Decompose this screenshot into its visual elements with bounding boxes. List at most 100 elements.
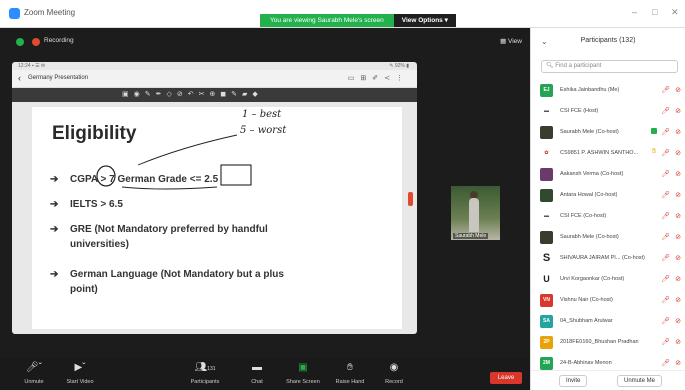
connection-status-icon[interactable] — [16, 38, 24, 46]
participants-header: ⌄ Participants (132) — [531, 28, 685, 56]
document-title: Germany Presentation — [28, 75, 89, 81]
mic-muted-icon: 🎤︎ — [661, 234, 670, 241]
participant-row[interactable]: Aakansh Verma (Co-host) 🎤︎ ⊘ — [531, 164, 685, 185]
avatar: ✿ — [540, 147, 553, 160]
raise-hand-icon: ✋︎ — [347, 362, 353, 373]
participant-row[interactable]: VN Vishnu Nair (Co-host) 🎤︎ ⊘ — [531, 290, 685, 311]
record-icon: ◉ — [389, 362, 399, 373]
participants-icon: 👥︎131 — [194, 362, 216, 373]
sharing-indicator-icon — [651, 128, 657, 134]
annotation-toolbar: ▣◉✎✒◇⊘↶✂⊕◼✎▰◆ — [12, 88, 417, 102]
video-off-icon: ⊘ — [675, 297, 681, 304]
avatar: ▬ — [540, 105, 553, 118]
view-options-button[interactable]: View Options ▾ — [393, 14, 456, 27]
video-off-icon: ⊘ — [675, 129, 681, 136]
raise-hand-button[interactable]: ✋︎ Raise Hand — [328, 362, 372, 385]
avatar: EJ — [540, 84, 553, 97]
recording-icon — [32, 38, 40, 46]
participant-name: Antara Howal (Co-host) — [560, 192, 618, 198]
viewing-screen-text: You are viewing Saurabh Mele's screen — [260, 14, 394, 27]
participant-row[interactable]: ▬ CSI FCE (Host) 🎤︎ ⊘ — [531, 101, 685, 122]
avatar — [540, 126, 553, 139]
shared-screen: 12:24 ▪ ☰ ✉ ✎ 92% ▮ ‹ Germany Presentati… — [12, 62, 417, 334]
participant-row[interactable]: Saurabh Mele (Co-host) 🎤︎ ⊘ — [531, 227, 685, 248]
microphone-muted-icon: 🎤︎ˇ — [25, 362, 43, 373]
video-off-icon: ⊘ — [675, 213, 681, 220]
unmute-button[interactable]: 🎤︎ˇ Unmute — [12, 362, 56, 385]
mic-muted-icon: 🎤︎ — [661, 150, 670, 157]
back-arrow-icon: ‹ — [18, 73, 21, 83]
minimize-icon[interactable]: – — [632, 7, 637, 17]
leave-button[interactable]: Leave — [490, 372, 522, 384]
participant-row[interactable]: S SHIVAURA JAIRAM PI... (Co-host) 🎤︎ ⊘ — [531, 248, 685, 269]
participant-row[interactable]: SA 04_Shubham Arulwar 🎤︎ ⊘ — [531, 311, 685, 332]
participant-name: CSI FCE (Host) — [560, 108, 599, 114]
viewing-banner: You are viewing Saurabh Mele's screen Vi… — [260, 14, 456, 27]
self-video-tile[interactable]: Saurabh Mele — [451, 186, 500, 240]
raised-hand-icon: ✋︎ — [652, 148, 656, 155]
video-off-icon: ⊘ — [675, 276, 681, 283]
participants-footer: Invite Unmute Me — [531, 370, 685, 390]
participant-row[interactable]: Antara Howal (Co-host) 🎤︎ ⊘ — [531, 185, 685, 206]
pen-tools-icon: ▣◉✎✒◇⊘↶✂⊕◼✎▰◆ — [122, 91, 263, 98]
video-off-icon: ⊘ — [675, 150, 681, 157]
side-panel-tab[interactable] — [408, 192, 413, 206]
video-off-icon: ⊘ — [675, 255, 681, 262]
avatar: U — [540, 273, 553, 286]
start-video-button[interactable]: ▶︎ˇ Start Video — [58, 362, 102, 385]
recording-label: Recording — [44, 37, 74, 44]
participant-name: Aakansh Verma (Co-host) — [560, 171, 624, 177]
avatar: S — [540, 252, 553, 265]
participants-button[interactable]: 👥︎131 Participants — [183, 362, 227, 385]
window-title: Zoom Meeting — [24, 8, 76, 17]
participant-row[interactable]: U Urvi Korgaonkar (Co-host) 🎤︎ ⊘ — [531, 269, 685, 290]
participant-row[interactable]: 2P 2018FE0160_Bhushan Pradhan 🎤︎ ⊘ — [531, 332, 685, 353]
participant-row[interactable]: Saurabh Mele (Co-host) 🎤︎ ⊘ — [531, 122, 685, 143]
video-off-icon: ⊘ — [675, 234, 681, 241]
avatar — [540, 189, 553, 202]
mic-muted-icon: 🎤︎ — [661, 276, 670, 283]
mic-muted-icon: 🎤︎ — [661, 318, 670, 325]
participant-row[interactable]: EJ Eshika Jainbandhu (Me) 🎤︎ ⊘ — [531, 80, 685, 101]
video-off-icon: ▶︎ˇ — [74, 362, 86, 373]
avatar — [540, 168, 553, 181]
participant-name: Saurabh Mele (Co-host) — [560, 234, 619, 240]
share-screen-button[interactable]: ▣ Share Screen — [281, 362, 325, 385]
video-name-label: Saurabh Mele — [453, 233, 489, 239]
mic-muted-icon: 🎤︎ — [661, 87, 670, 94]
avatar — [540, 231, 553, 244]
mic-muted-icon: 🎤︎ — [661, 129, 670, 136]
avatar: VN — [540, 294, 553, 307]
share-screen-icon: ▣ — [298, 362, 308, 373]
view-button[interactable]: ▦ View — [500, 37, 522, 45]
mic-muted-icon: 🎤︎ — [661, 339, 670, 346]
participant-row[interactable]: ✿ CS9851 P. ASHWIN SANTHO... ✋︎ 🎤︎ ⊘ — [531, 143, 685, 164]
unmute-me-button[interactable]: Unmute Me — [617, 375, 663, 387]
document-app-bar: ‹ Germany Presentation ▭⊞✐≺⋮ — [12, 70, 417, 88]
mic-muted-icon: 🎤︎ — [661, 108, 670, 115]
close-icon[interactable]: ✕ — [671, 7, 679, 18]
participant-name: 2018FE0160_Bhushan Pradhan — [560, 339, 639, 345]
chat-button[interactable]: ▬ Chat — [235, 362, 279, 385]
mic-muted-icon: 🎤︎ — [661, 213, 670, 220]
record-button[interactable]: ◉ Record — [372, 362, 416, 385]
participant-name: SHIVAURA JAIRAM PI... (Co-host) — [560, 255, 645, 261]
zoom-app-icon — [9, 8, 20, 19]
maximize-icon[interactable]: □ — [652, 7, 657, 17]
participant-row[interactable]: ▬ CSI FCE (Co-host) 🎤︎ ⊘ — [531, 206, 685, 227]
participant-name: Urvi Korgaonkar (Co-host) — [560, 276, 625, 282]
mic-muted-icon: 🎤︎ — [661, 171, 670, 178]
presentation-slide: Eligibility 1 – best 5 – worst ➔ CGPA > 7… — [32, 107, 402, 329]
avatar: ▬ — [540, 210, 553, 223]
participant-body — [469, 198, 479, 232]
participant-search-input[interactable]: 🔍︎ Find a participant — [541, 60, 678, 73]
video-off-icon: ⊘ — [675, 360, 681, 367]
meeting-controls: 🎤︎ˇ Unmute ▶︎ˇ Start Video 👥︎131 Partici… — [0, 358, 530, 390]
video-off-icon: ⊘ — [675, 339, 681, 346]
device-status-left: 12:24 ▪ ☰ ✉ — [18, 63, 46, 69]
video-off-icon: ⊘ — [675, 108, 681, 115]
participant-name: CS9851 P. ASHWIN SANTHO... — [560, 150, 639, 156]
video-off-icon: ⊘ — [675, 192, 681, 199]
video-off-icon: ⊘ — [675, 318, 681, 325]
invite-button[interactable]: Invite — [559, 375, 588, 387]
